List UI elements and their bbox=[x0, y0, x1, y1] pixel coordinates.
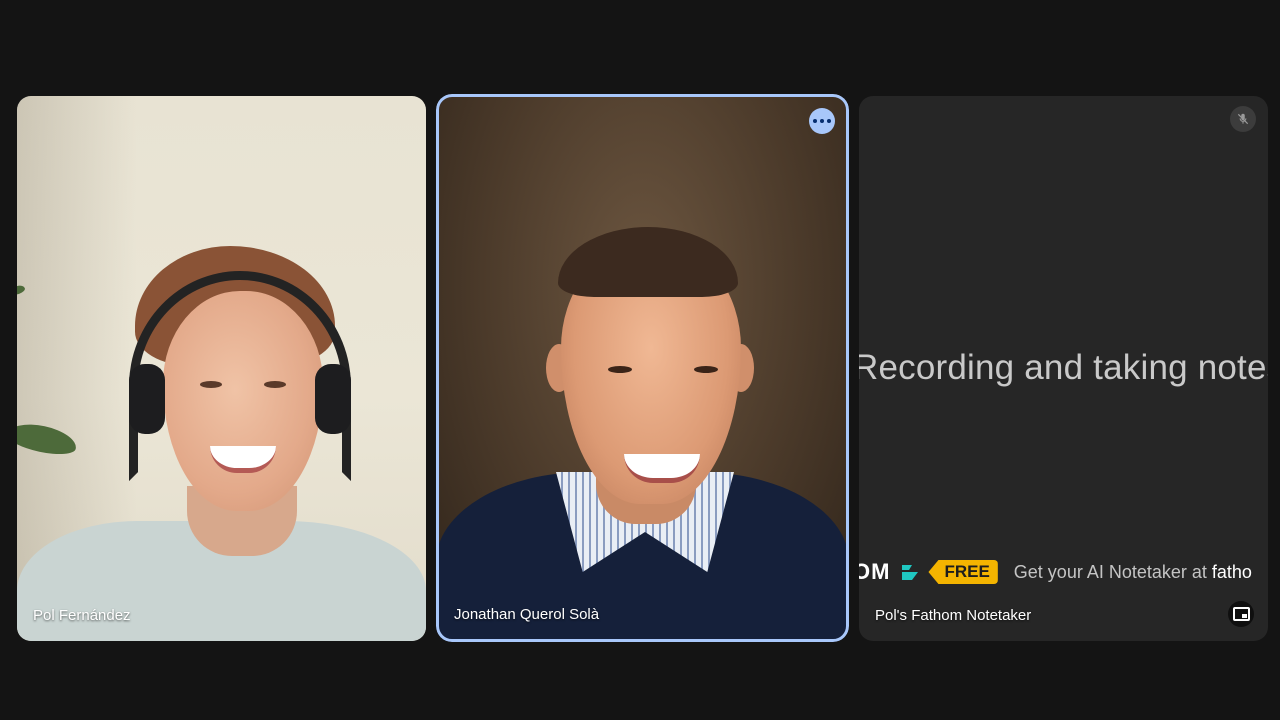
mic-off-icon bbox=[1230, 106, 1256, 132]
video-feed bbox=[17, 96, 426, 641]
participant-name: Pol Fernández bbox=[33, 607, 131, 624]
fathom-promo-banner: OM FREE Get your AI Notetaker at fatho bbox=[859, 558, 1252, 586]
participant-name: Pol's Fathom Notetaker bbox=[875, 607, 1032, 624]
headphone-cup bbox=[315, 364, 351, 434]
more-horiz-icon bbox=[820, 119, 824, 123]
participant-tile-pol[interactable]: Pol Fernández bbox=[17, 96, 426, 641]
fathom-brand-text: OM bbox=[859, 559, 891, 584]
person-hair bbox=[558, 227, 738, 297]
recording-status-text: Recording and taking notes bbox=[859, 348, 1268, 387]
participant-name: Jonathan Querol Solà bbox=[454, 606, 600, 623]
person-eye bbox=[694, 366, 718, 373]
more-options-button[interactable] bbox=[809, 108, 835, 134]
meeting-stage: Pol Fernández Jonathan Querol Solà Recor… bbox=[0, 0, 1280, 720]
promo-cta-text: Get your AI Notetaker at bbox=[1013, 561, 1212, 582]
fullscreen-button[interactable] bbox=[1228, 601, 1254, 627]
person-eye bbox=[264, 381, 286, 388]
promo-cta: Get your AI Notetaker at fatho bbox=[1014, 562, 1252, 583]
participant-tile-jonathan[interactable]: Jonathan Querol Solà bbox=[436, 94, 849, 642]
person-eye bbox=[608, 366, 632, 373]
more-horiz-icon bbox=[827, 119, 831, 123]
free-badge: FREE bbox=[928, 560, 998, 584]
person-eye bbox=[200, 381, 222, 388]
headphone-cup bbox=[129, 364, 165, 434]
promo-cta-link: fatho bbox=[1211, 561, 1252, 582]
more-horiz-icon bbox=[813, 119, 817, 123]
participant-tile-notetaker[interactable]: Recording and taking notes OM FREE Get y… bbox=[859, 96, 1268, 641]
video-feed bbox=[436, 94, 849, 642]
fathom-logo-icon bbox=[900, 562, 922, 582]
fullscreen-icon bbox=[1232, 607, 1250, 621]
